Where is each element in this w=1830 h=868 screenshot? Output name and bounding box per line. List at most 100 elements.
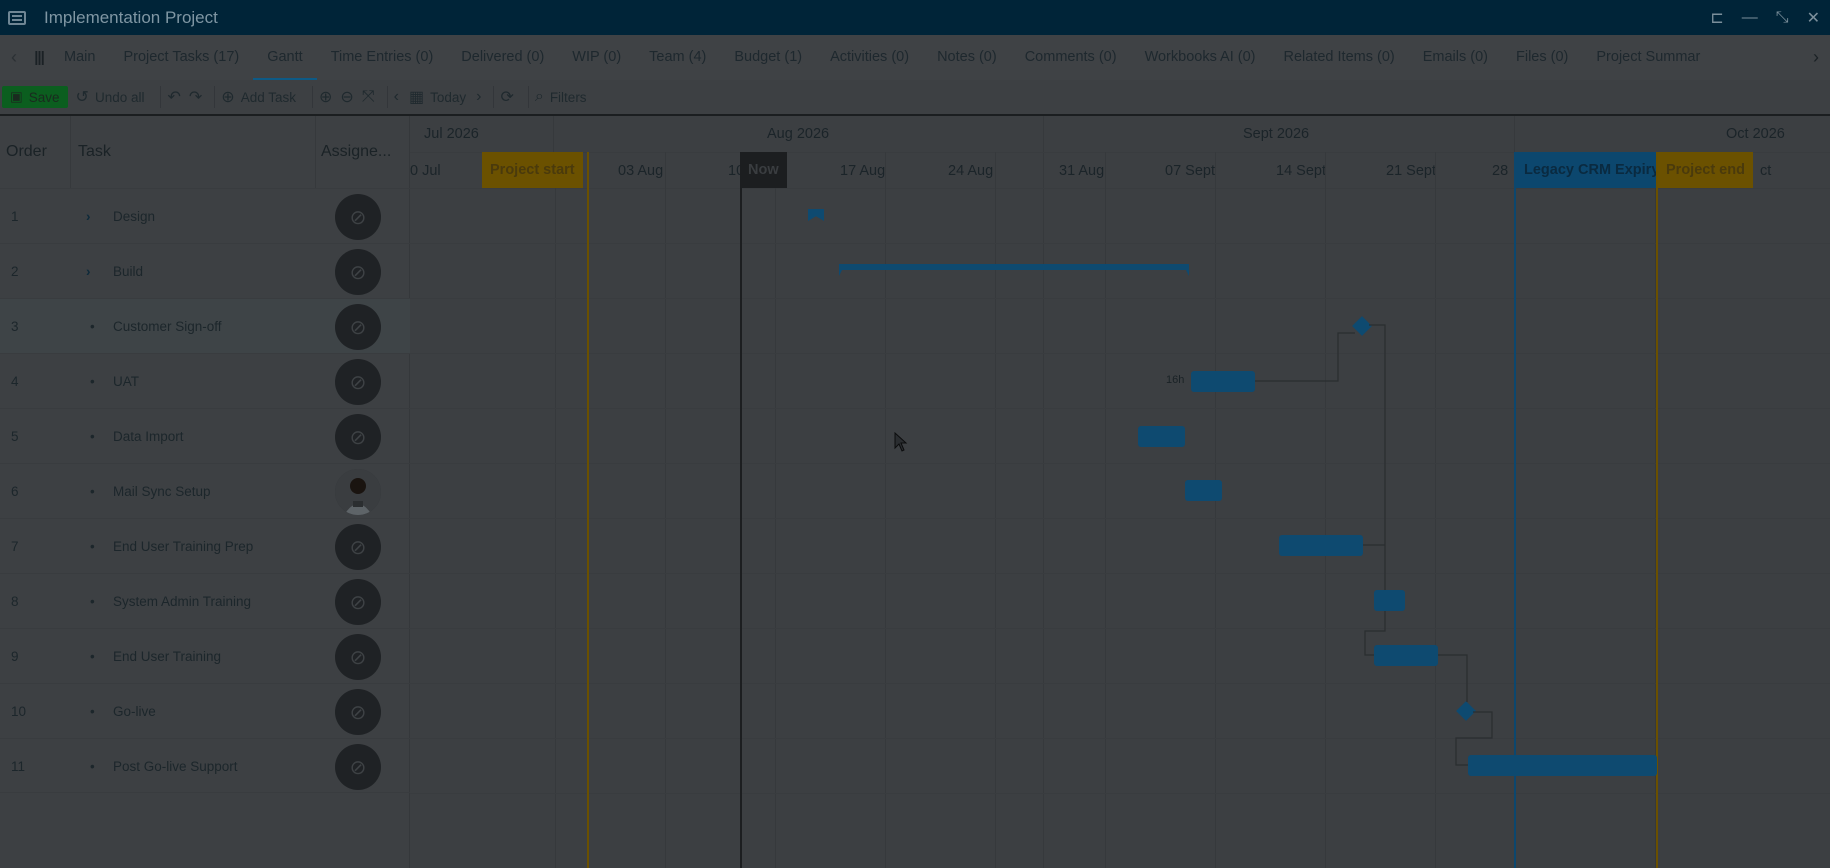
task-name[interactable]: Go-live bbox=[113, 684, 156, 739]
tab-main[interactable]: Main bbox=[50, 35, 109, 80]
zoom-to-fit-icon[interactable]: ⤧ bbox=[362, 88, 375, 106]
gantt-toolbar: ▣ Save ↺ Undo all ↶ ↷ ⊕ Add Task ⊕ ⊖ ⤧ ‹… bbox=[0, 80, 1830, 116]
tab-project-tasks[interactable]: Project Tasks (17) bbox=[109, 35, 253, 80]
bullet-icon: • bbox=[90, 759, 95, 774]
row-order: 6 bbox=[11, 484, 19, 499]
today-button[interactable]: ▦ Today bbox=[409, 87, 466, 107]
tab-budget[interactable]: Budget (1) bbox=[720, 35, 816, 80]
row-order: 11 bbox=[11, 759, 26, 774]
expand-chevron-icon[interactable]: › bbox=[86, 244, 91, 299]
tab-notes[interactable]: Notes (0) bbox=[923, 35, 1011, 80]
unassigned-avatar-icon[interactable]: ⊘ bbox=[335, 634, 381, 680]
save-icon: ▣ bbox=[10, 89, 23, 104]
add-circle-icon: ⊕ bbox=[221, 89, 235, 106]
unassigned-avatar-icon[interactable]: ⊘ bbox=[335, 689, 381, 735]
tab-related-items[interactable]: Related Items (0) bbox=[1270, 35, 1409, 80]
undo-all-button[interactable]: ↺ Undo all bbox=[76, 87, 145, 107]
table-row[interactable]: 8 • System Admin Training ⊘ bbox=[0, 573, 410, 628]
unassigned-avatar-icon[interactable]: ⊘ bbox=[335, 579, 381, 625]
table-row[interactable]: 3 • Customer Sign-off ⊘ bbox=[0, 298, 410, 353]
minimize-icon[interactable]: — bbox=[1742, 9, 1758, 27]
divider bbox=[312, 86, 313, 108]
divider bbox=[527, 86, 529, 108]
close-icon[interactable]: ✕ bbox=[1807, 8, 1820, 28]
add-task-button[interactable]: ⊕ Add Task bbox=[221, 87, 296, 107]
title-bar: Implementation Project ⊏ — ⤡ ✕ bbox=[0, 0, 1830, 35]
user-avatar[interactable] bbox=[335, 469, 381, 515]
tab-delivered[interactable]: Delivered (0) bbox=[447, 35, 558, 80]
task-name[interactable]: Customer Sign-off bbox=[113, 299, 222, 354]
tab-files[interactable]: Files (0) bbox=[1502, 35, 1582, 80]
divider bbox=[214, 86, 216, 108]
columns-icon[interactable]: ||| bbox=[28, 49, 50, 66]
tab-workbooks-ai[interactable]: Workbooks AI (0) bbox=[1131, 35, 1270, 80]
expand-chevron-icon[interactable]: › bbox=[86, 189, 91, 244]
task-name[interactable]: Build bbox=[113, 244, 143, 299]
previous-period-icon[interactable]: ‹ bbox=[394, 88, 399, 106]
tab-comments[interactable]: Comments (0) bbox=[1011, 35, 1131, 80]
table-row[interactable]: 9 • End User Training ⊘ bbox=[0, 628, 410, 683]
unassigned-avatar-icon[interactable]: ⊘ bbox=[335, 359, 381, 405]
window-controls: ⊏ — ⤡ ✕ bbox=[1710, 0, 1820, 35]
bullet-icon: • bbox=[90, 594, 95, 609]
table-row[interactable]: 2 › Build ⊘ bbox=[0, 243, 410, 298]
table-row[interactable]: 11 • Post Go-live Support ⊘ bbox=[0, 738, 410, 793]
bullet-icon: • bbox=[90, 704, 95, 719]
table-row[interactable]: 1 › Design ⊘ bbox=[0, 188, 410, 243]
unassigned-avatar-icon[interactable]: ⊘ bbox=[335, 744, 381, 790]
tabs-scroll-right-icon[interactable]: › bbox=[1802, 47, 1830, 68]
task-name[interactable]: Mail Sync Setup bbox=[113, 464, 211, 519]
pin-icon[interactable]: ⊏ bbox=[1710, 8, 1723, 28]
unassigned-avatar-icon[interactable]: ⊘ bbox=[335, 414, 381, 460]
row-order: 1 bbox=[11, 209, 19, 224]
task-name[interactable]: UAT bbox=[113, 354, 139, 409]
unassigned-avatar-icon[interactable]: ⊘ bbox=[335, 249, 381, 295]
table-row[interactable]: 6 • Mail Sync Setup bbox=[0, 463, 410, 518]
collapse-icon[interactable]: ⤡ bbox=[1776, 9, 1789, 27]
column-header-task[interactable]: Task bbox=[78, 116, 111, 188]
save-label: Save bbox=[28, 89, 60, 105]
tab-gantt[interactable]: Gantt bbox=[253, 35, 317, 80]
bullet-icon: • bbox=[90, 319, 95, 334]
app-menu-icon[interactable] bbox=[8, 10, 26, 25]
next-period-icon[interactable]: › bbox=[476, 88, 481, 106]
task-name[interactable]: Design bbox=[113, 189, 155, 244]
table-row[interactable]: 7 • End User Training Prep ⊘ bbox=[0, 518, 410, 573]
column-header-assignee[interactable]: Assigne... bbox=[321, 116, 391, 188]
tab-emails[interactable]: Emails (0) bbox=[1409, 35, 1502, 80]
task-name[interactable]: End User Training bbox=[113, 629, 221, 684]
divider bbox=[70, 116, 71, 188]
filters-button[interactable]: ⌕ Filters bbox=[535, 88, 587, 106]
table-row[interactable]: 10 • Go-live ⊘ bbox=[0, 683, 410, 738]
row-order: 2 bbox=[11, 264, 19, 279]
unassigned-avatar-icon[interactable]: ⊘ bbox=[335, 194, 381, 240]
zoom-in-icon[interactable]: ⊕ bbox=[319, 87, 332, 107]
save-button[interactable]: ▣ Save bbox=[2, 86, 68, 108]
table-row[interactable]: 5 • Data Import ⊘ bbox=[0, 408, 410, 463]
task-name[interactable]: End User Training Prep bbox=[113, 519, 253, 574]
tab-time-entries[interactable]: Time Entries (0) bbox=[317, 35, 448, 80]
row-order: 5 bbox=[11, 429, 19, 444]
task-name[interactable]: System Admin Training bbox=[113, 574, 251, 629]
unassigned-avatar-icon[interactable]: ⊘ bbox=[335, 524, 381, 570]
tab-bar: ‹ ||| Main Project Tasks (17) Gantt Time… bbox=[0, 35, 1830, 81]
tab-project-summary[interactable]: Project Summar bbox=[1582, 35, 1714, 80]
refresh-icon[interactable]: ⟳ bbox=[500, 87, 513, 107]
table-row[interactable]: 4 • UAT ⊘ bbox=[0, 353, 410, 408]
tab-team[interactable]: Team (4) bbox=[635, 35, 720, 80]
redo-icon[interactable]: ↷ bbox=[189, 87, 202, 107]
tabs-scroll-left-icon[interactable]: ‹ bbox=[0, 47, 28, 68]
search-icon: ⌕ bbox=[534, 88, 544, 105]
dependency-link bbox=[1255, 332, 1355, 382]
dependency-links bbox=[1255, 324, 1493, 766]
unassigned-avatar-icon[interactable]: ⊘ bbox=[335, 304, 381, 350]
undo-all-label: Undo all bbox=[94, 89, 145, 105]
column-header-order[interactable]: Order bbox=[6, 116, 47, 188]
tab-activities[interactable]: Activities (0) bbox=[816, 35, 923, 80]
zoom-out-icon[interactable]: ⊖ bbox=[340, 87, 353, 107]
task-name[interactable]: Post Go-live Support bbox=[113, 739, 238, 794]
task-name[interactable]: Data Import bbox=[113, 409, 184, 464]
undo-icon[interactable]: ↶ bbox=[167, 87, 180, 107]
add-task-label: Add Task bbox=[240, 89, 296, 105]
tab-wip[interactable]: WIP (0) bbox=[558, 35, 635, 80]
